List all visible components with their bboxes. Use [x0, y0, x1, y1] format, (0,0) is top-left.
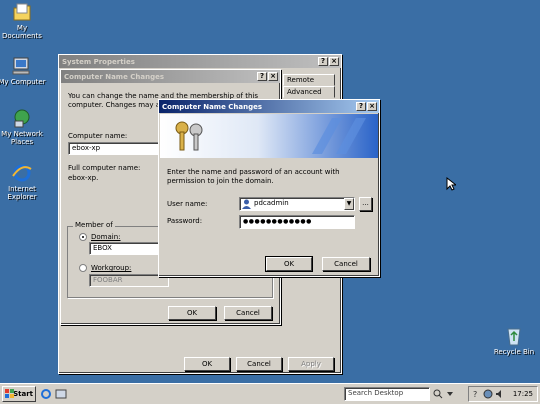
auth-message: Enter the name and password of an accoun… [167, 168, 340, 185]
workgroup-label: Workgroup: [91, 264, 132, 272]
window-title: Computer Name Changes [64, 72, 165, 81]
ok-button[interactable]: OK [168, 306, 216, 320]
username-value: pdcadmin [254, 199, 289, 207]
start-label: Start [13, 390, 33, 398]
close-button[interactable]: × [268, 72, 278, 81]
recycle-bin-icon [503, 326, 525, 346]
desktop-icon-my-documents[interactable]: My Documents [0, 2, 48, 40]
window-title: System Properties [62, 57, 135, 66]
ok-button[interactable]: OK [184, 357, 230, 371]
network-places-icon [11, 108, 33, 128]
help-button[interactable]: ? [356, 102, 366, 111]
volume-tray-icon[interactable] [495, 389, 505, 399]
desktop-icon-my-computer[interactable]: My Computer [0, 56, 48, 86]
tab-remote[interactable]: Remote [283, 74, 335, 86]
desktop-icon-label: My Computer [0, 78, 46, 86]
ie-quicklaunch-icon[interactable] [40, 388, 52, 400]
username-combobox[interactable]: pdcadmin ▼ [239, 197, 355, 211]
mouse-cursor-icon [446, 177, 456, 191]
workgroup-radio[interactable] [79, 264, 87, 272]
domain-input[interactable]: EBOX [89, 242, 169, 255]
desktop-icon-label: Recycle Bin [493, 348, 535, 356]
search-desktop-input[interactable]: Search Desktop [344, 387, 430, 401]
domain-radio[interactable] [79, 233, 87, 241]
my-computer-icon [11, 56, 33, 76]
help-tray-icon[interactable]: ? [472, 389, 480, 399]
member-of-label: Member of [73, 221, 115, 229]
system-tray: ? 17:25 [468, 386, 538, 402]
desktop-icon-recycle-bin[interactable]: Recycle Bin [488, 326, 540, 356]
password-input[interactable]: ●●●●●●●●●●●● [239, 215, 355, 229]
shield-tray-icon[interactable] [483, 389, 493, 399]
domain-label: Domain: [91, 233, 121, 241]
credentials-dialog: Computer Name Changes ? × Enter the name… [158, 99, 380, 277]
desktop-icon-label: My Network Places [1, 130, 43, 146]
cancel-button[interactable]: Cancel [224, 306, 272, 320]
computer-name-input[interactable]: ebox-xp [68, 142, 168, 155]
windows-logo-icon [5, 389, 14, 398]
window-title: Computer Name Changes [162, 102, 263, 111]
dropdown-arrow-icon[interactable]: ▼ [344, 198, 354, 210]
show-desktop-icon[interactable] [55, 388, 67, 400]
apply-button[interactable]: Apply [288, 357, 334, 371]
clock: 17:25 [512, 390, 533, 398]
full-computer-name-label: Full computer name: [68, 164, 141, 172]
desktop-icon-network-places[interactable]: My Network Places [0, 108, 48, 146]
computer-name-changes-titlebar[interactable]: Computer Name Changes ? × [61, 70, 280, 83]
search-options-icon[interactable] [446, 389, 454, 399]
taskbar: Start Search Desktop ? 17:25 [0, 383, 540, 404]
password-label: Password: [167, 217, 203, 225]
my-documents-icon [11, 2, 33, 22]
banner [160, 114, 378, 158]
credentials-dialog-titlebar[interactable]: Computer Name Changes ? × [159, 100, 379, 113]
start-button[interactable]: Start [2, 386, 36, 402]
tab-advanced[interactable]: Advanced [283, 86, 335, 98]
close-button[interactable]: × [329, 57, 339, 66]
help-button[interactable]: ? [318, 57, 328, 66]
svg-text:?: ? [473, 390, 477, 399]
search-icon[interactable] [433, 389, 443, 399]
ok-button[interactable]: OK [265, 256, 313, 272]
user-icon [242, 199, 251, 209]
computer-name-label: Computer name: [68, 132, 128, 140]
cancel-button[interactable]: Cancel [236, 357, 282, 371]
keys-icon [175, 121, 203, 151]
internet-explorer-icon [11, 163, 33, 183]
help-button[interactable]: ? [257, 72, 267, 81]
desktop-icon-internet-explorer[interactable]: Internet Explorer [0, 163, 48, 201]
cancel-button[interactable]: Cancel [322, 257, 370, 271]
system-properties-titlebar[interactable]: System Properties ? × [59, 55, 341, 68]
desktop-icon-label: My Documents [2, 24, 42, 40]
browse-button[interactable]: ... [359, 197, 372, 211]
banner-graphic-icon [312, 118, 366, 154]
workgroup-input[interactable]: FOOBAR [89, 274, 169, 287]
desktop-icon-label: Internet Explorer [7, 185, 37, 201]
close-button[interactable]: × [367, 102, 377, 111]
search-placeholder: Search Desktop [348, 389, 404, 397]
full-computer-name-value: ebox-xp. [68, 174, 99, 182]
username-label: User name: [167, 200, 208, 208]
